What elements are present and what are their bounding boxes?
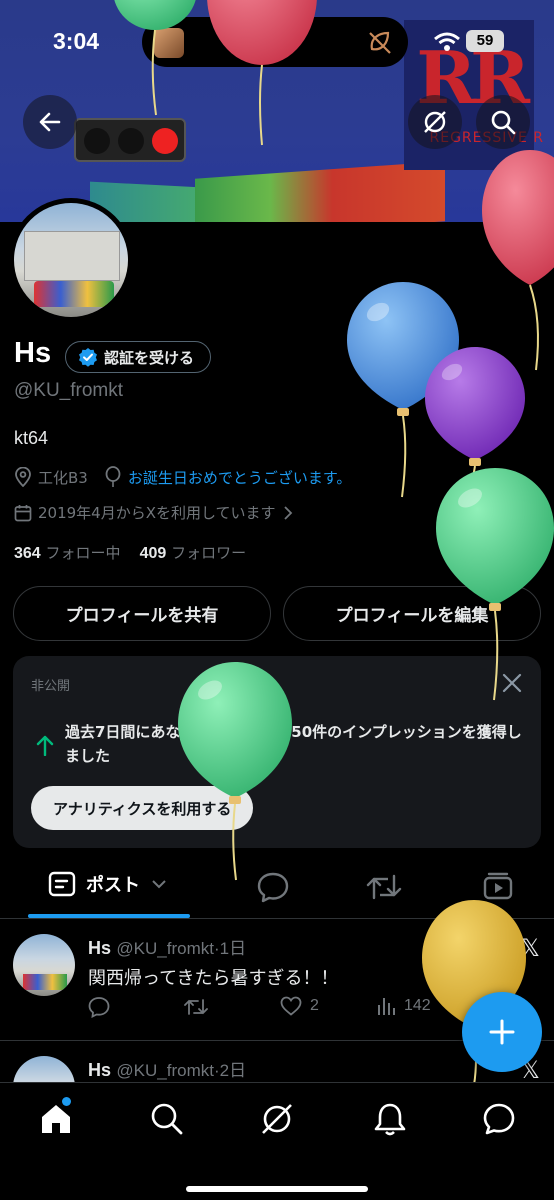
tab-replies[interactable] (256, 870, 290, 904)
followers-label: フォロワー (171, 544, 247, 562)
battery-indicator: 59 (466, 30, 504, 52)
view-count: 142 (404, 997, 431, 1014)
following-count: 364 (14, 545, 41, 562)
following-label: フォロー中 (45, 544, 121, 562)
followers-link[interactable]: 409 フォロワー (140, 544, 247, 562)
dynamic-island (142, 17, 408, 67)
chevron-down-icon (152, 880, 166, 889)
joined-date: 2019年4月からXを利用しています (38, 504, 276, 522)
grok-icon (424, 111, 446, 133)
followers-count: 409 (139, 545, 167, 562)
home-indicator (186, 1186, 368, 1192)
grok-button[interactable] (408, 95, 462, 149)
balloon (425, 347, 525, 460)
avatar-bus (23, 974, 67, 990)
profile-location: 工化B3 (38, 468, 88, 487)
profile-handle: @KU_fromkt (14, 380, 124, 401)
traffic-lamp-red (152, 128, 178, 154)
grok-icon[interactable] (259, 1101, 295, 1137)
search-icon (491, 110, 516, 135)
views-button[interactable]: 142 (376, 996, 431, 1016)
traffic-lamp (118, 128, 144, 154)
avatar-bus (34, 281, 114, 307)
profile-name: Hs (14, 337, 52, 369)
birthday-link[interactable]: お誕生日おめでとうございます。 (128, 467, 352, 488)
search-button[interactable] (476, 95, 530, 149)
verified-badge-icon (79, 348, 97, 367)
post-author-name: Hs (88, 938, 112, 958)
post-actions: 2 142 (88, 996, 508, 1026)
divider (0, 918, 554, 919)
x-logo-icon: 𝕏 (520, 935, 540, 962)
balloon (347, 282, 459, 410)
status-time: 3:04 (53, 28, 100, 54)
repost-icon (184, 999, 208, 1015)
post-header: Hs @KU_fromkt·2日 (88, 1056, 246, 1081)
muted-leaf-icon (369, 31, 391, 54)
search-icon[interactable] (149, 1101, 185, 1137)
post-author-name: Hs (88, 1060, 112, 1080)
like-button[interactable]: 2 (280, 996, 319, 1016)
now-playing-art (154, 28, 184, 58)
status-bar: 3:04 59 (0, 0, 554, 80)
profile-bio: kt64 (14, 428, 49, 448)
following-link[interactable]: 364 フォロー中 (14, 544, 121, 562)
reply-button[interactable] (88, 996, 118, 1018)
chevron-right-icon (283, 505, 292, 520)
avatar-building (24, 231, 120, 281)
wifi-icon (434, 32, 460, 51)
get-verified-label: 認証を受ける (104, 348, 195, 367)
notification-dot (62, 1097, 71, 1106)
calendar-icon (14, 504, 32, 521)
reply-icon (88, 997, 110, 1018)
bottom-nav (0, 1082, 554, 1200)
post-handle-time: @KU_fromkt·2日 (116, 1061, 247, 1080)
home-icon[interactable] (38, 1101, 74, 1137)
post-avatar[interactable] (13, 934, 75, 996)
share-profile-button[interactable]: プロフィールを共有 (13, 586, 271, 641)
messages-icon[interactable] (481, 1101, 517, 1137)
profile-meta-row: 工化B3 お誕生日おめでとうございます。 (14, 466, 351, 488)
impressions-card: 非公開 過去7日間にあなたのポストは1750件のインプレッションを獲得しました … (13, 656, 541, 848)
post-header: Hs @KU_fromkt·1日 (88, 934, 246, 959)
close-icon[interactable] (501, 672, 523, 694)
post-handle-time: @KU_fromkt·1日 (116, 939, 247, 958)
bell-icon[interactable] (372, 1101, 408, 1137)
balloon (436, 468, 554, 605)
traffic-lamp (84, 128, 110, 154)
profile-tabs: ポスト (0, 858, 554, 918)
plus-icon (489, 1019, 515, 1045)
back-arrow-icon (39, 112, 61, 132)
banner-building (195, 161, 445, 222)
avatar-image (14, 203, 128, 317)
tab-reposts[interactable] (366, 870, 402, 904)
compose-button[interactable] (462, 992, 542, 1072)
tab-posts-label: ポスト (86, 875, 140, 896)
post-text: 関西帰ってきたら暑すぎる！！ (88, 968, 339, 989)
profile-avatar[interactable] (9, 198, 133, 322)
follow-stats: 364 フォロー中 409 フォロワー (14, 542, 246, 563)
video-icon[interactable] (482, 870, 514, 902)
joined-row[interactable]: 2019年4月からXを利用しています (14, 502, 294, 523)
impressions-message: 過去7日間にあなたのポストは1750件のインプレッションを獲得しました (65, 723, 522, 765)
like-count: 2 (310, 997, 319, 1014)
post-tab-icon (48, 871, 76, 897)
get-verified-button[interactable]: 認証を受ける (65, 341, 212, 373)
private-label: 非公開 (31, 679, 71, 694)
balloon-icon (105, 466, 121, 487)
tab-posts[interactable]: ポスト (48, 870, 168, 898)
back-button[interactable] (23, 95, 77, 149)
repost-button[interactable] (184, 996, 216, 1018)
views-icon (378, 998, 395, 1015)
arrow-up-icon (36, 735, 54, 756)
edit-profile-button[interactable]: プロフィールを編集 (283, 586, 541, 641)
analytics-button[interactable]: アナリティクスを利用する (31, 786, 254, 830)
location-icon (15, 467, 31, 487)
like-icon (280, 996, 302, 1016)
traffic-light (74, 118, 186, 162)
